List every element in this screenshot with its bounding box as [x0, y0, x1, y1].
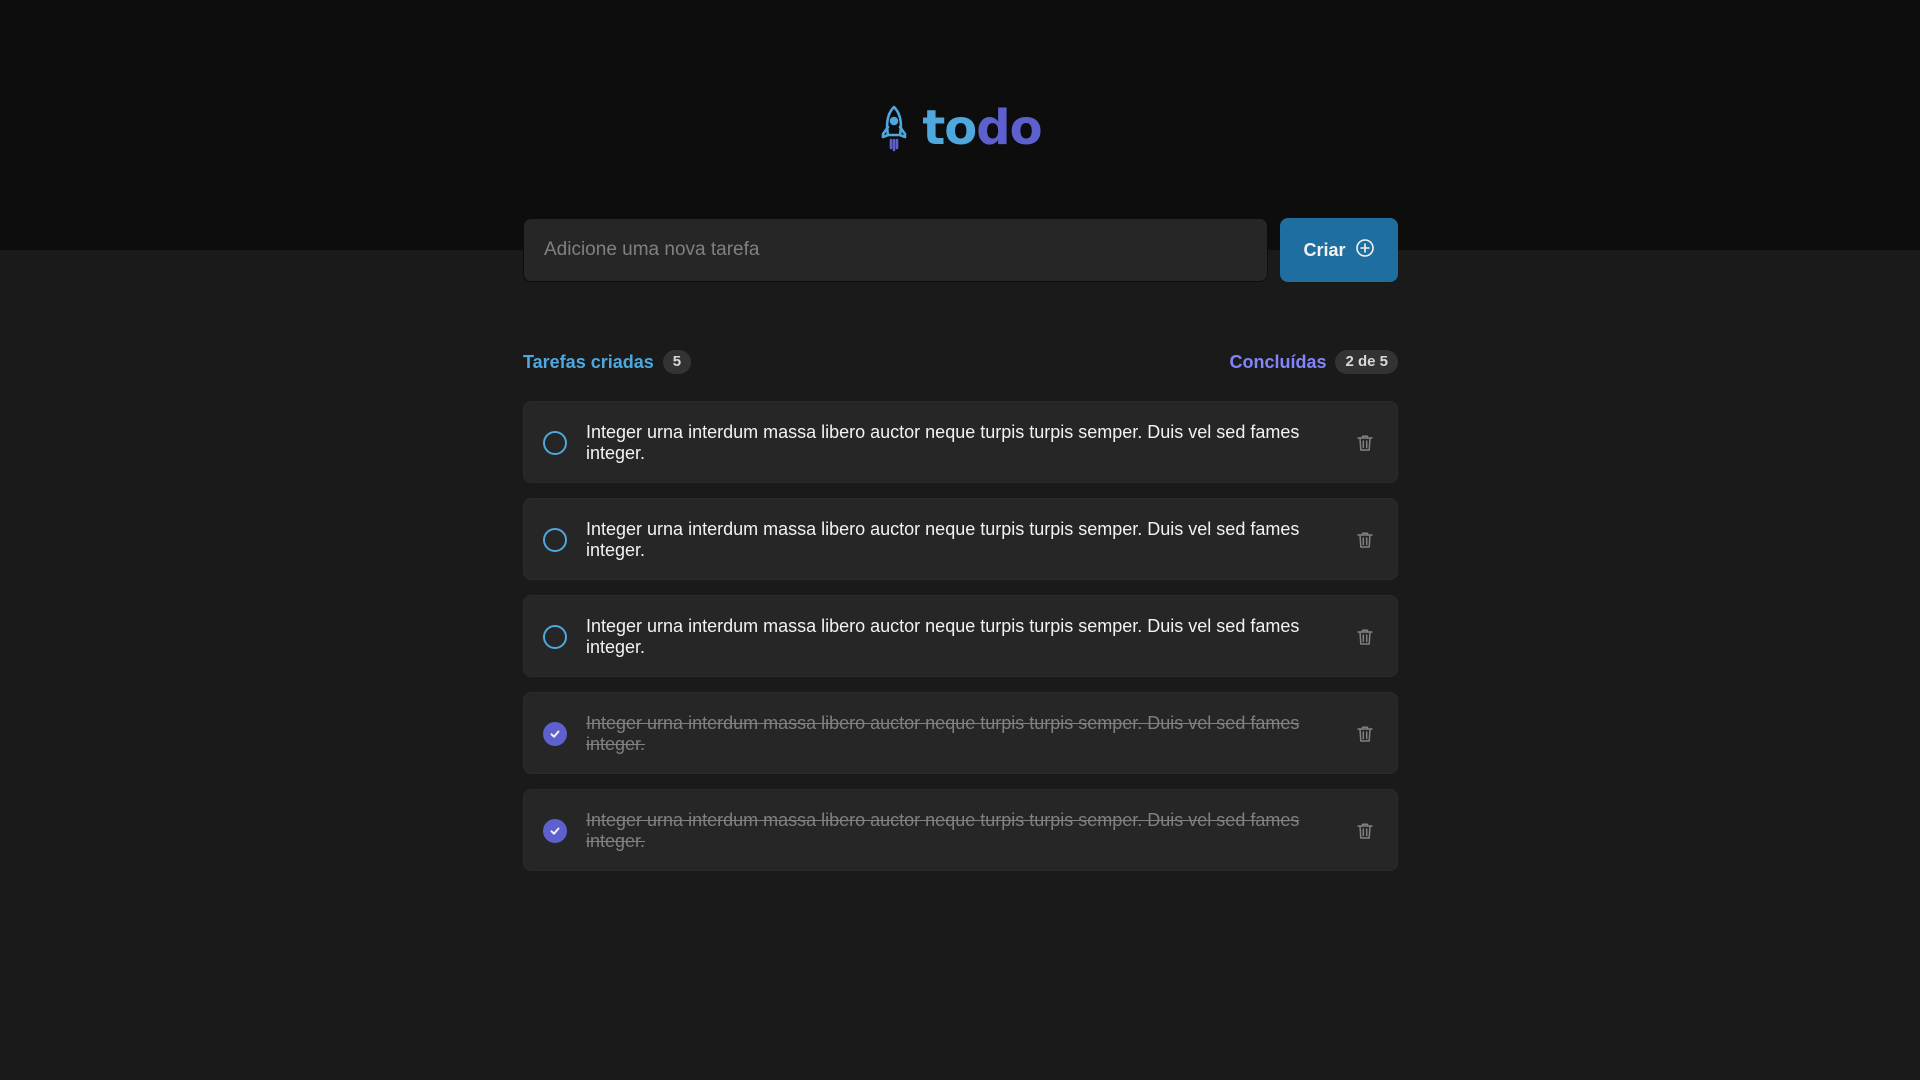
task-item: Integer urna interdum massa libero aucto…: [523, 595, 1398, 677]
trash-icon[interactable]: [1353, 431, 1377, 455]
rocket-icon: [878, 104, 910, 152]
logo-text-part1: to: [922, 100, 977, 156]
completed-tasks-count: 2 de 5: [1335, 350, 1398, 374]
task-text: Integer urna interdum massa libero aucto…: [586, 810, 1300, 851]
task-item: Integer urna interdum massa libero aucto…: [523, 498, 1398, 580]
empty-circle-icon[interactable]: [543, 625, 567, 649]
task-item: Integer urna interdum massa libero aucto…: [523, 789, 1398, 871]
created-tasks-label: Tarefas criadas: [523, 351, 654, 372]
empty-circle-icon[interactable]: [543, 431, 567, 455]
trash-icon[interactable]: [1353, 528, 1377, 552]
task-list: Integer urna interdum massa libero aucto…: [523, 401, 1398, 871]
new-task-input[interactable]: [523, 218, 1268, 282]
logo-text-part2: do: [976, 100, 1042, 156]
task-text: Integer urna interdum massa libero aucto…: [586, 713, 1300, 754]
new-task-form: Criar: [523, 218, 1398, 282]
logo: todo: [0, 100, 1920, 156]
task-text: Integer urna interdum massa libero aucto…: [586, 616, 1300, 657]
task-text: Integer urna interdum massa libero aucto…: [586, 519, 1300, 560]
task-item: Integer urna interdum massa libero aucto…: [523, 692, 1398, 774]
create-button-label: Criar: [1303, 239, 1346, 260]
created-tasks-count: 5: [662, 350, 692, 374]
plus-circle-icon: [1355, 238, 1375, 263]
completed-tasks-label: Concluídas: [1229, 351, 1327, 372]
check-circle-icon[interactable]: [543, 722, 567, 746]
task-item: Integer urna interdum massa libero aucto…: [523, 401, 1398, 483]
task-text: Integer urna interdum massa libero aucto…: [586, 422, 1300, 463]
task-stats: Tarefas criadas 5 Concluídas 2 de 5: [523, 349, 1398, 375]
trash-icon[interactable]: [1353, 625, 1377, 649]
logo-text: todo: [922, 100, 1042, 156]
empty-circle-icon[interactable]: [543, 528, 567, 552]
check-circle-icon[interactable]: [543, 819, 567, 843]
trash-icon[interactable]: [1353, 819, 1377, 843]
trash-icon[interactable]: [1353, 722, 1377, 746]
completed-tasks-stat: Concluídas 2 de 5: [1229, 350, 1398, 374]
created-tasks-stat: Tarefas criadas 5: [523, 350, 692, 374]
create-button[interactable]: Criar: [1280, 218, 1398, 282]
